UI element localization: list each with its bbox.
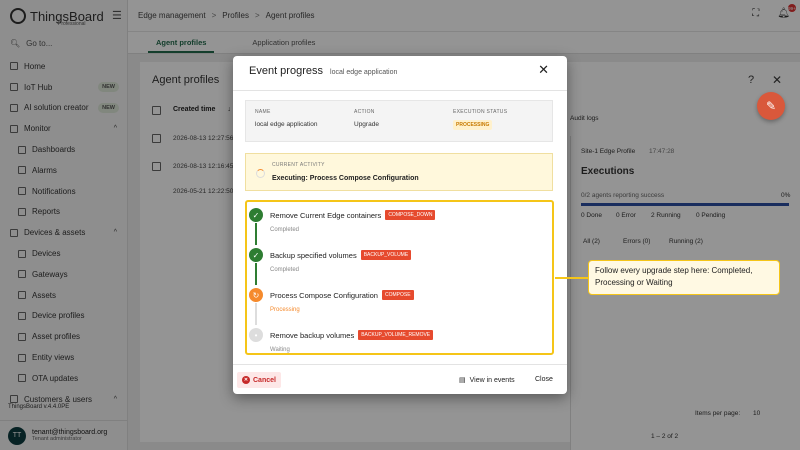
close-icon[interactable]: ✕ (538, 62, 549, 78)
divider (233, 90, 567, 91)
step-title: Backup specified volumes (270, 250, 357, 260)
current-activity: CURRENT ACTIVITY Executing: Process Comp… (245, 153, 553, 191)
step-title: Process Compose Configuration (270, 290, 378, 300)
pencil-icon: ✎ (765, 99, 777, 113)
processing-icon: ↻ (249, 288, 263, 302)
step-connector (255, 303, 257, 325)
events-icon: ▤ (459, 377, 466, 384)
waiting-icon: • (249, 328, 263, 342)
step-connector (255, 263, 257, 285)
view-events-label: View in events (469, 376, 515, 384)
info-action-header: ACTION (354, 109, 375, 115)
step-status: Waiting (270, 347, 290, 353)
event-progress-dialog: Event progress local edge application ✕ … (233, 56, 567, 394)
steps-list: ✓ Remove Current Edge containers COMPOSE_… (245, 200, 554, 355)
cancel-button[interactable]: ✕ Cancel (237, 372, 281, 388)
info-name-value: local edge application (255, 121, 318, 128)
check-icon: ✓ (249, 248, 263, 262)
cancel-icon: ✕ (242, 376, 250, 384)
callout-connector (555, 277, 588, 279)
check-icon: ✓ (249, 208, 263, 222)
step-status: Completed (270, 227, 300, 233)
step-tag: BACKUP_VOLUME_REMOVE (358, 330, 434, 340)
step-status: Processing (270, 307, 300, 313)
dialog-title-text: Event progress (249, 65, 323, 77)
edit-fab[interactable]: ✎ (757, 92, 785, 120)
activity-value: Executing: Process Compose Configuration (272, 175, 419, 182)
step-connector (255, 223, 257, 245)
step-item: ✓ Backup specified volumes BACKUP_VOLUME … (247, 245, 547, 285)
execution-info: NAME local edge application ACTION Upgra… (245, 100, 553, 142)
divider (233, 364, 567, 365)
cancel-label: Cancel (253, 376, 276, 384)
step-status: Completed (270, 267, 300, 273)
info-status-header: EXECUTION STATUS (453, 109, 508, 115)
close-button[interactable]: Close (535, 376, 553, 383)
view-in-events-button[interactable]: ▤ View in events (459, 376, 515, 385)
step-item: ✓ Remove Current Edge containers COMPOSE_… (247, 205, 547, 245)
dialog-subtitle: local edge application (330, 69, 398, 76)
step-tag: COMPOSE (381, 290, 414, 300)
help-icon[interactable]: ? (748, 74, 754, 86)
activity-header: CURRENT ACTIVITY (272, 162, 325, 168)
info-action-value: Upgrade (354, 121, 379, 128)
step-item: • Remove backup volumes BACKUP_VOLUME_REM… (247, 325, 547, 363)
step-tag: COMPOSE_DOWN (385, 210, 436, 220)
step-item: ↻ Process Compose Configuration COMPOSE P… (247, 285, 547, 325)
dialog-title: Event progress local edge application (249, 65, 397, 77)
tooltip-callout: Follow every upgrade step here: Complete… (588, 260, 780, 295)
spinner-icon (256, 169, 265, 178)
step-tag: BACKUP_VOLUME (360, 250, 412, 260)
step-title: Remove backup volumes (270, 330, 355, 340)
status-badge: PROCESSING (453, 120, 493, 130)
step-title: Remove Current Edge containers (270, 210, 382, 220)
info-name-header: NAME (255, 109, 271, 115)
close-panel-icon[interactable]: ✕ (772, 73, 782, 87)
